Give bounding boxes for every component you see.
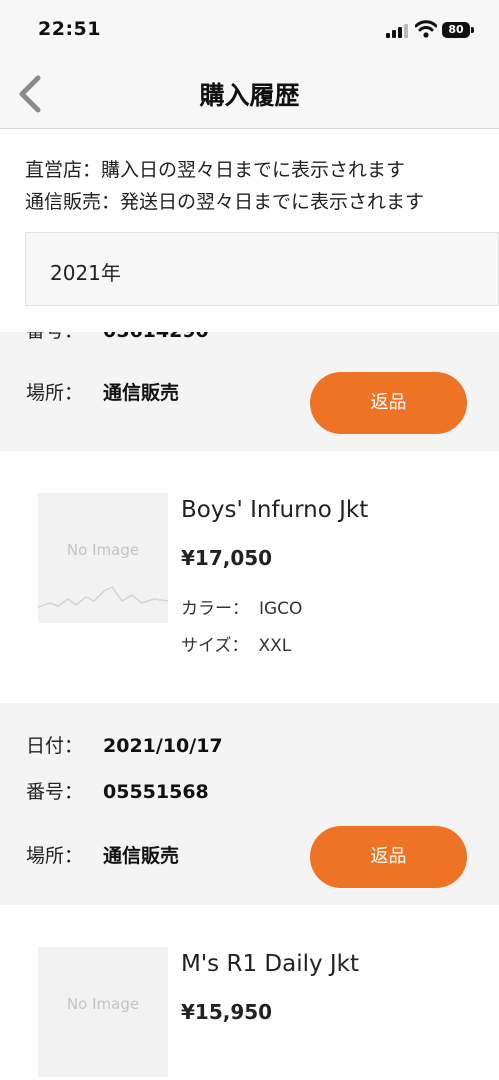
notice-line-mail-order: 通信販売：発送日の翌々日までに表示されます xyxy=(25,191,425,213)
display-notice: 直営店：購入日の翌々日までに表示されます 通信販売：発送日の翌々日までに表示され… xyxy=(25,154,424,218)
color-label: カラー： xyxy=(181,599,249,619)
order-location-row: 場所： 通信販売 xyxy=(26,841,179,871)
order-location-label: 場所： xyxy=(26,382,84,404)
product-thumbnail: No Image xyxy=(38,947,168,1077)
product-price: ¥15,950 xyxy=(181,1000,273,1024)
order-location-row: 場所： 通信販売 xyxy=(26,378,179,408)
product-item[interactable]: No Image Boys' Infurno Jkt ¥17,050 カラー： I… xyxy=(0,451,499,703)
product-price: ¥17,050 xyxy=(181,546,273,570)
order-number-row: 番号：05614290 xyxy=(26,332,209,346)
return-button[interactable]: 返品 xyxy=(310,372,467,434)
product-size: サイズ： XXL xyxy=(181,631,291,656)
product-item[interactable]: No Image M's R1 Daily Jkt ¥15,950 xyxy=(0,905,499,1080)
order-number-value: 05614290 xyxy=(103,332,209,342)
notice-line-store: 直営店：購入日の翌々日までに表示されます xyxy=(25,159,406,181)
order-location-value: 通信販売 xyxy=(103,845,180,867)
size-label: サイズ： xyxy=(181,636,249,656)
product-name: Boys' Infurno Jkt xyxy=(181,497,369,523)
status-bar: 22:51 80 xyxy=(0,0,499,62)
cellular-signal-icon xyxy=(386,22,408,38)
no-image-placeholder: No Image xyxy=(66,541,140,559)
battery-icon: 80 xyxy=(442,22,474,38)
no-image-placeholder: No Image xyxy=(66,995,140,1013)
status-time: 22:51 xyxy=(38,18,101,40)
year-selector-value: 2021年 xyxy=(50,261,121,285)
product-name: M's R1 Daily Jkt xyxy=(181,951,360,977)
return-button[interactable]: 返品 xyxy=(310,826,467,888)
color-value: IGCO xyxy=(259,599,303,619)
order-number-label: 番号： xyxy=(26,332,103,343)
order-list[interactable]: 番号：05614290 場所：通信販売 返品 No Image Boys' In… xyxy=(0,332,499,1080)
wifi-icon xyxy=(415,20,437,38)
size-value: XXL xyxy=(258,636,292,656)
order-location-label: 場所： xyxy=(26,845,84,867)
order-number-label: 番号： xyxy=(26,781,84,803)
order-header: 番号：05614290 場所： 通信販売 返品 xyxy=(0,332,499,451)
order-date-value: 2021/10/17 xyxy=(103,735,223,757)
product-thumbnail: No Image xyxy=(38,493,168,623)
order-location-value: 通信販売 xyxy=(103,382,180,404)
order-date-label: 日付： xyxy=(26,735,84,757)
placeholder-wave-icon xyxy=(38,586,168,608)
product-color: カラー： IGCO xyxy=(181,594,302,619)
order-date-row: 日付： 2021/10/17 xyxy=(26,731,223,761)
page-title: 購入履歴 xyxy=(199,81,300,110)
order-number-value: 05551568 xyxy=(103,781,209,803)
navigation-bar: 購入履歴 xyxy=(0,62,499,129)
order-header: 日付： 2021/10/17 番号： 05551568 場所： 通信販売 返品 xyxy=(0,703,499,905)
year-selector[interactable]: 2021年 xyxy=(25,232,499,306)
order-number-row: 番号： 05551568 xyxy=(26,777,209,807)
